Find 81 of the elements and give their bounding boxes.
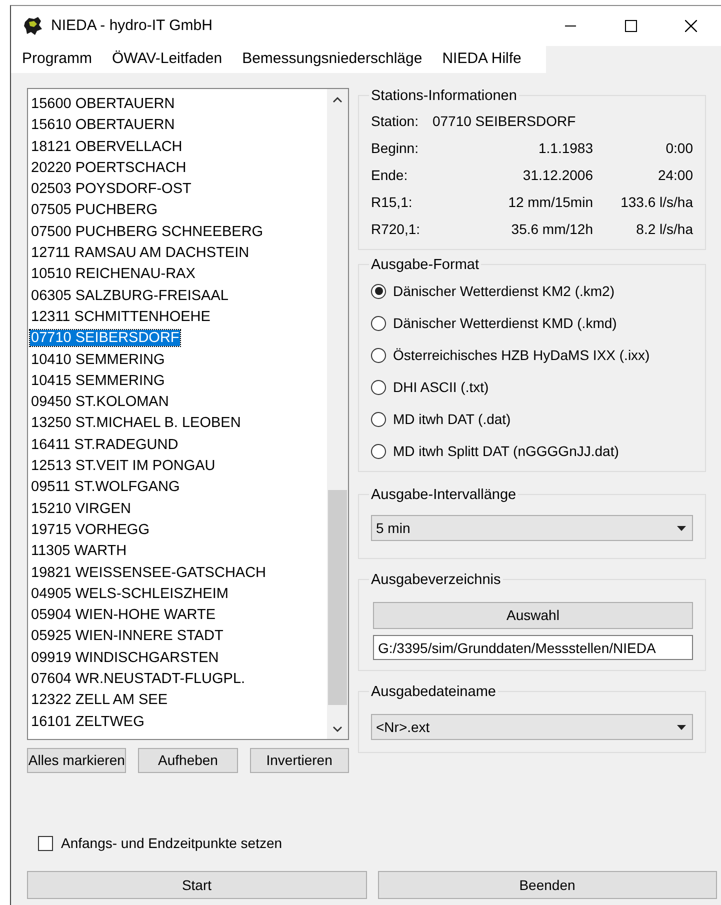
field-label: R720,1:: [371, 221, 420, 237]
list-item[interactable]: 12311 SCHMITTENHOEHE: [30, 308, 212, 325]
radio-label[interactable]: Dänischer Wetterdienst KMD (.kmd): [393, 312, 617, 334]
list-item[interactable]: 16411 ST.RADEGUND: [30, 436, 180, 453]
list-item[interactable]: 12711 RAMSAU AM DACHSTEIN: [30, 245, 250, 262]
menu-item[interactable]: NIEDA Hilfe: [432, 48, 532, 71]
list-button[interactable]: Alles markieren: [27, 748, 126, 773]
list-item[interactable]: 07604 WR.NEUSTADT-FLUGPL.: [30, 671, 246, 688]
list-item[interactable]: 07710 SEIBERSDORF: [30, 330, 180, 346]
radio-button[interactable]: [371, 316, 386, 330]
dropdown-caret-icon[interactable]: [677, 724, 686, 730]
list-button[interactable]: Aufheben: [138, 748, 238, 773]
field-value: 35.6 mm/12h: [511, 221, 593, 237]
field-value: 24:00: [658, 167, 693, 183]
list-item[interactable]: 09919 WINDISCHGARSTEN: [30, 650, 220, 666]
checkbox[interactable]: [38, 836, 53, 851]
scroll-up-icon[interactable]: [333, 96, 342, 102]
app-logo-icon: [23, 16, 43, 36]
list-item[interactable]: 19821 WEISSENSEE-GATSCHACH: [30, 564, 268, 581]
menu-item[interactable]: Bemessungsniederschläge: [232, 48, 432, 71]
radio-label[interactable]: Dänischer Wetterdienst KM2 (.km2): [393, 280, 614, 302]
list-item[interactable]: 10510 REICHENAU-RAX: [30, 266, 196, 282]
radio-label[interactable]: Österreichisches HZB HyDaMS IXX (.ixx): [393, 344, 650, 366]
list-item[interactable]: 20220 POERTSCHACH: [30, 160, 188, 176]
station-value: 07710 SEIBERSDORF: [432, 112, 576, 131]
dropdown[interactable]: 5 min: [371, 515, 693, 541]
scrollbar[interactable]: [327, 89, 348, 739]
list-item[interactable]: 15610 OBERTAUERN: [30, 117, 176, 134]
list-item[interactable]: 06305 SALZBURG-FREISAAL: [30, 288, 230, 304]
field-label: Ende:: [371, 167, 408, 183]
radio-button[interactable]: [371, 412, 386, 426]
field-value: 31.12.2006: [522, 167, 593, 183]
list-item[interactable]: 05925 WIEN-INNERE STADT: [30, 628, 224, 644]
list-item[interactable]: 09450 ST.KOLOMAN: [30, 394, 170, 410]
list-item[interactable]: 04905 WELS-SCHLEISZHEIM: [30, 586, 230, 602]
radio-button[interactable]: [371, 444, 386, 458]
menu-item[interactable]: Programm: [11, 48, 102, 71]
select-button[interactable]: Auswahl: [373, 602, 693, 629]
checkbox-label[interactable]: Anfangs- und Endzeitpunkte setzen: [61, 833, 282, 854]
field-value: 12 mm/15min: [508, 194, 593, 210]
radio-label[interactable]: MD itwh Splitt DAT (nGGGGnJJ.dat): [393, 440, 619, 462]
list-item[interactable]: 07500 PUCHBERG SCHNEEBERG: [30, 224, 264, 240]
maximize-icon[interactable]: [625, 20, 637, 32]
radio-label[interactable]: DHI ASCII (.txt): [393, 376, 489, 398]
list-item[interactable]: 15600 OBERTAUERN: [30, 96, 176, 112]
list-item[interactable]: 19715 VORHEGG: [30, 522, 150, 538]
list-item[interactable]: 12513 ST.VEIT IM PONGAU: [30, 458, 216, 474]
dialog-button[interactable]: Start: [27, 871, 366, 899]
list-item[interactable]: 10415 SEMMERING: [30, 372, 166, 389]
radio-button[interactable]: [371, 284, 386, 298]
scrollbar-thumb[interactable]: [328, 490, 347, 705]
field-label: Beginn:: [371, 140, 418, 156]
radio-label[interactable]: MD itwh DAT (.dat): [393, 408, 511, 430]
list-item[interactable]: 07505 PUCHBERG: [30, 202, 159, 218]
dropdown-caret-icon[interactable]: [677, 526, 686, 530]
field-value: 8.2 l/s/ha: [636, 221, 693, 237]
list-item[interactable]: 15210 VIRGEN: [30, 500, 132, 517]
field-label: Station:: [371, 112, 418, 131]
list-item[interactable]: 11305 WARTH: [30, 543, 128, 560]
list-item[interactable]: 12322 ZELL AM SEE: [30, 692, 168, 708]
window-title: NIEDA - hydro-IT GmbH: [51, 16, 212, 36]
scroll-down-icon[interactable]: [333, 726, 342, 732]
list-item[interactable]: 13250 ST.MICHAEL B. LEOBEN: [30, 415, 242, 432]
list-item[interactable]: 02503 POYSDORF-OST: [30, 181, 192, 198]
field-value: 1.1.1983: [538, 140, 593, 156]
radio-button[interactable]: [371, 348, 386, 362]
field-label: R15,1:: [371, 194, 412, 210]
menu-item[interactable]: ÖWAV-Leitfaden: [102, 48, 232, 71]
list-item[interactable]: 09511 ST.WOLFGANG: [30, 479, 181, 496]
dropdown[interactable]: <Nr>.ext: [371, 714, 693, 740]
field-value: 133.6 l/s/ha: [620, 194, 693, 210]
list-item[interactable]: 18121 OBERVELLACH: [30, 138, 184, 155]
list-item[interactable]: 05904 WIEN-HOHE WARTE: [30, 607, 217, 624]
dialog-button[interactable]: Beenden: [378, 871, 717, 899]
list-item[interactable]: 10410 SEMMERING: [30, 352, 166, 368]
radio-button[interactable]: [371, 380, 386, 394]
field-value: 0:00: [666, 140, 693, 156]
path-field[interactable]: G:/3395/sim/Grunddaten/Messstellen/NIEDA: [373, 635, 693, 660]
list-button[interactable]: Invertieren: [250, 748, 349, 773]
close-icon[interactable]: [685, 20, 697, 32]
list-item[interactable]: 16101 ZELTWEG: [30, 714, 146, 730]
